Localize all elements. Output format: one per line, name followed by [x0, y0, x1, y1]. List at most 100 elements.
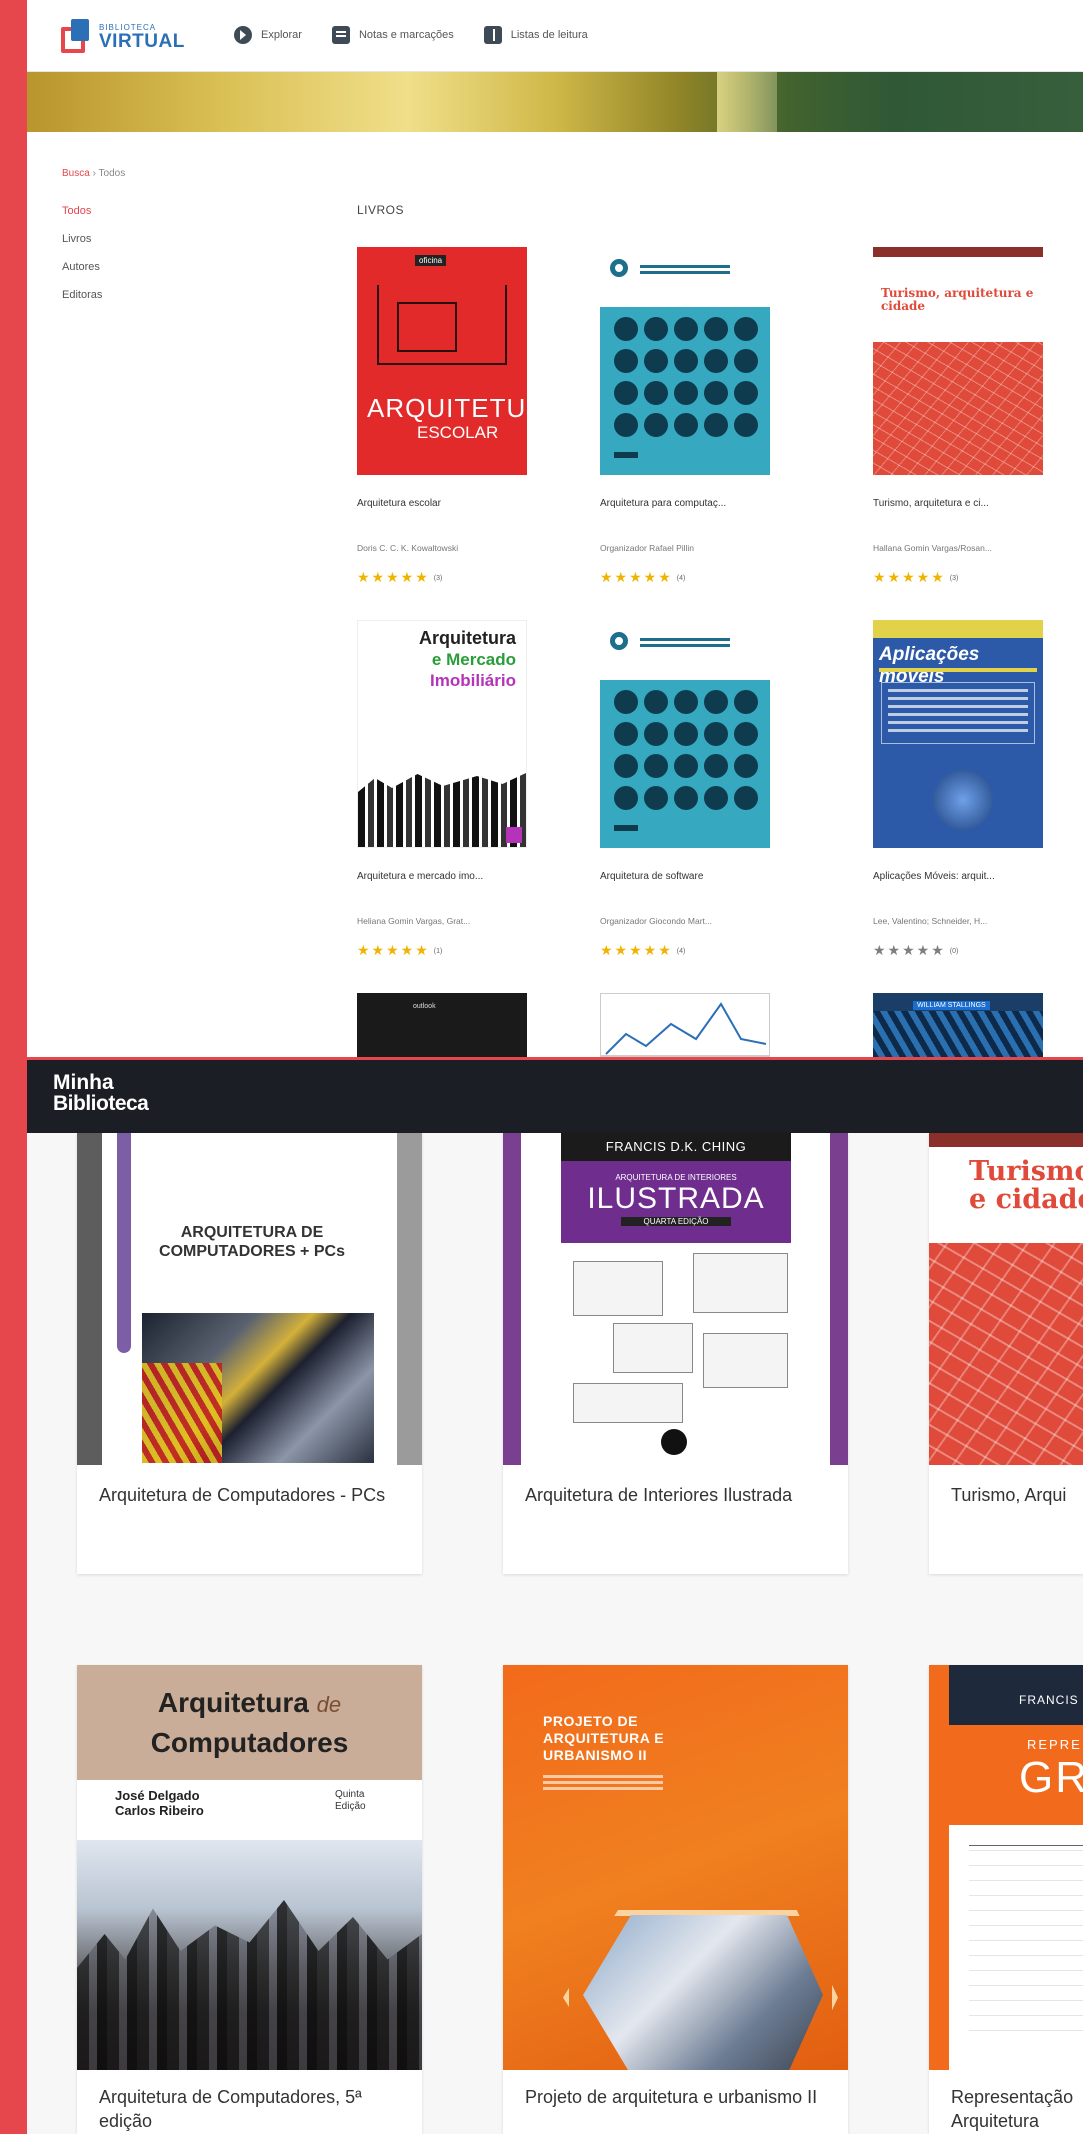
book-title[interactable]: Projeto de arquitetura e urbanismo II [525, 2085, 825, 2109]
cover-publisher: oficina [415, 255, 447, 266]
book-cover[interactable]: FRANCIS REPRE GRA [929, 1665, 1083, 2070]
book-card[interactable]: oficina ARQUITETURA ESCOLAR Arquitetura … [357, 247, 547, 585]
breadcrumb-separator: › [92, 168, 96, 179]
star-icons: ★★★★★ [357, 942, 430, 958]
book-cover[interactable] [600, 247, 770, 475]
book-card[interactable]: FRANCIS REPRE GRA Representação Arquitet… [929, 1665, 1083, 2134]
cover-title: REPRE [1027, 1737, 1082, 1752]
section-title: LIVROS [357, 203, 405, 217]
book-title[interactable]: Arquitetura e mercado imo... [357, 870, 527, 884]
book-title[interactable]: Aplicações Móveis: arquit... [873, 870, 1043, 884]
mb-logo[interactable]: Minha Biblioteca [53, 1072, 149, 1115]
book-cover[interactable]: Aplicações móveis [873, 620, 1043, 848]
cover-title: Arquitetura [157, 1687, 309, 1718]
cover-edition: QUARTA EDIÇÃO [621, 1217, 731, 1226]
book-cover[interactable]: WILLIAM STALLINGS [873, 993, 1043, 1057]
book-cover[interactable]: Arquitetura de Computadores José Delgado… [77, 1665, 422, 2070]
book-cover[interactable]: Arquitetura e Mercado Imobiliário [357, 620, 527, 848]
notes-icon [331, 26, 350, 44]
bv-logo-big: VIRTUAL [99, 30, 185, 52]
star-icons: ★★★★★ [357, 569, 430, 585]
book-title[interactable]: Arquitetura de Interiores Ilustrada [525, 1483, 825, 1507]
cover-title-2: Computadores [150, 1727, 349, 1758]
book-cover[interactable]: FRANCIS D.K. CHING ARQUITETURA DE INTERI… [503, 1133, 848, 1465]
rating-count: (0) [949, 947, 959, 955]
bv-header: BIBLIOTECA VIRTUAL Explorar Notas e marc… [27, 0, 1083, 72]
book-card[interactable]: Arquitetura e Mercado Imobiliário Arquit… [357, 620, 547, 958]
book-author: Organizador Rafael Pillin [600, 543, 695, 553]
rating-stars: ★★★★★ (4) [600, 942, 685, 959]
book-title[interactable]: Turismo, Arqui [951, 1483, 1083, 1507]
cover-title: ARQUITETURA DE COMPUTADORES + PCs [159, 1224, 345, 1261]
book-cover[interactable]: Turismo, e cidade [929, 1133, 1083, 1465]
book-card[interactable]: FRANCIS D.K. CHING ARQUITETURA DE INTERI… [503, 1133, 848, 1574]
book-card[interactable]: Arquitetura de Computadores José Delgado… [77, 1665, 422, 2134]
book-title[interactable]: Turismo, arquitetura e ci... [873, 497, 1043, 511]
book-author: Lee, Valentino; Schneider, H... [873, 916, 988, 926]
cover-authors: José Delgado Carlos Ribeiro [115, 1788, 204, 1818]
mb-logo-line2: Biblioteca [53, 1092, 149, 1115]
rating-count: (1) [433, 947, 443, 955]
rating-stars: ★★★★★ (3) [357, 569, 442, 586]
nav-listas-label: Listas de leitura [510, 29, 588, 41]
book-card[interactable]: WILLIAM STALLINGS [873, 993, 1063, 1057]
rating-stars: ★★★★★ (0) [873, 942, 958, 959]
book-cover[interactable] [600, 993, 770, 1057]
cover-title: ARQUITETURA [367, 393, 527, 423]
book-card[interactable]: Arquitetura de software Organizador Gioc… [600, 620, 790, 958]
publisher-badge-icon [506, 827, 522, 843]
book-title[interactable]: Arquitetura de software [600, 870, 770, 884]
star-icons: ★★★★★ [873, 942, 946, 958]
book-title[interactable]: Representação Arquitetura [951, 2085, 1083, 2134]
book-card[interactable]: ARQUITETURA DE COMPUTADORES + PCs Arquit… [77, 1133, 422, 1574]
reading-list-icon [483, 26, 502, 44]
book-card[interactable]: PROJETO DE ARQUITETURA E URBANISMO II Pr… [503, 1665, 848, 2134]
biblioteca-virtual-panel: BIBLIOTECA VIRTUAL Explorar Notas e marc… [27, 0, 1083, 1057]
book-card[interactable]: outlook [357, 993, 547, 1057]
breadcrumb-link[interactable]: Busca [62, 168, 90, 179]
book-cover[interactable]: oficina ARQUITETURA ESCOLAR [357, 247, 527, 475]
book-cover[interactable] [600, 620, 770, 848]
cover-title-3: Imobiliário [430, 671, 516, 690]
cover-title-2: e Mercado [431, 650, 516, 669]
cover-subtitle: ARQUITETURA DE INTERIORES [615, 1173, 737, 1182]
cover-title: PROJETO DE ARQUITETURA E URBANISMO II [543, 1713, 665, 1763]
book-cover[interactable]: Turismo, arquitetura e cidade [873, 247, 1043, 475]
publisher-logo-icon [610, 632, 628, 650]
book-title[interactable]: Arquitetura para computaç... [600, 497, 770, 511]
cover-title: Turismo, arquitetura e cidade [881, 286, 1034, 314]
filter-livros[interactable]: Livros [62, 233, 102, 245]
mb-header: Minha Biblioteca [27, 1060, 1083, 1133]
book-author: Heliana Gomin Vargas, Grat... [357, 916, 471, 926]
rating-count: (3) [949, 574, 959, 582]
nav-notas[interactable]: Notas e marcações [331, 26, 454, 44]
rating-stars: ★★★★★ (1) [357, 942, 442, 959]
bv-logo[interactable]: BIBLIOTECA VIRTUAL [57, 14, 185, 60]
cover-edition: Quinta Edição [335, 1789, 366, 1812]
book-title[interactable]: Arquitetura de Computadores, 5ª edição [99, 2085, 399, 2134]
book-card[interactable]: Arquitetura para computaç... Organizador… [600, 247, 790, 585]
book-author: Doris C. C. K. Kowaltowski [357, 543, 459, 553]
cover-tag: outlook [413, 1003, 436, 1010]
book-title[interactable]: Arquitetura escolar [357, 497, 527, 511]
filter-todos[interactable]: Todos [62, 205, 102, 217]
book-cover[interactable]: outlook [357, 993, 527, 1057]
filter-autores[interactable]: Autores [62, 261, 102, 273]
book-card[interactable] [600, 993, 790, 1057]
book-title[interactable]: Arquitetura de Computadores - PCs [99, 1483, 399, 1507]
publisher-logo-icon [610, 259, 628, 277]
cover-subtitle: ESCOLAR [417, 423, 499, 442]
book-card[interactable]: Turismo, arquitetura e cidade Turismo, a… [873, 247, 1063, 585]
rating-count: (4) [676, 574, 686, 582]
minha-biblioteca-panel: Minha Biblioteca ARQUITETURA DE COMPUTAD… [27, 1060, 1083, 2134]
nav-listas[interactable]: Listas de leitura [483, 26, 588, 44]
book-cover[interactable]: ARQUITETURA DE COMPUTADORES + PCs [77, 1133, 422, 1465]
cover-title: ILUSTRADA [587, 1182, 765, 1215]
nav-explorar[interactable]: Explorar [234, 26, 302, 44]
bv-nav: Explorar Notas e marcações Listas de lei… [234, 26, 588, 44]
cover-author: FRANCIS D.K. CHING [561, 1133, 791, 1161]
book-card[interactable]: Turismo, e cidade Turismo, Arqui [929, 1133, 1083, 1574]
book-cover[interactable]: PROJETO DE ARQUITETURA E URBANISMO II [503, 1665, 848, 2070]
book-card[interactable]: Aplicações móveis Aplicações Móveis: arq… [873, 620, 1063, 958]
filter-editoras[interactable]: Editoras [62, 289, 102, 301]
